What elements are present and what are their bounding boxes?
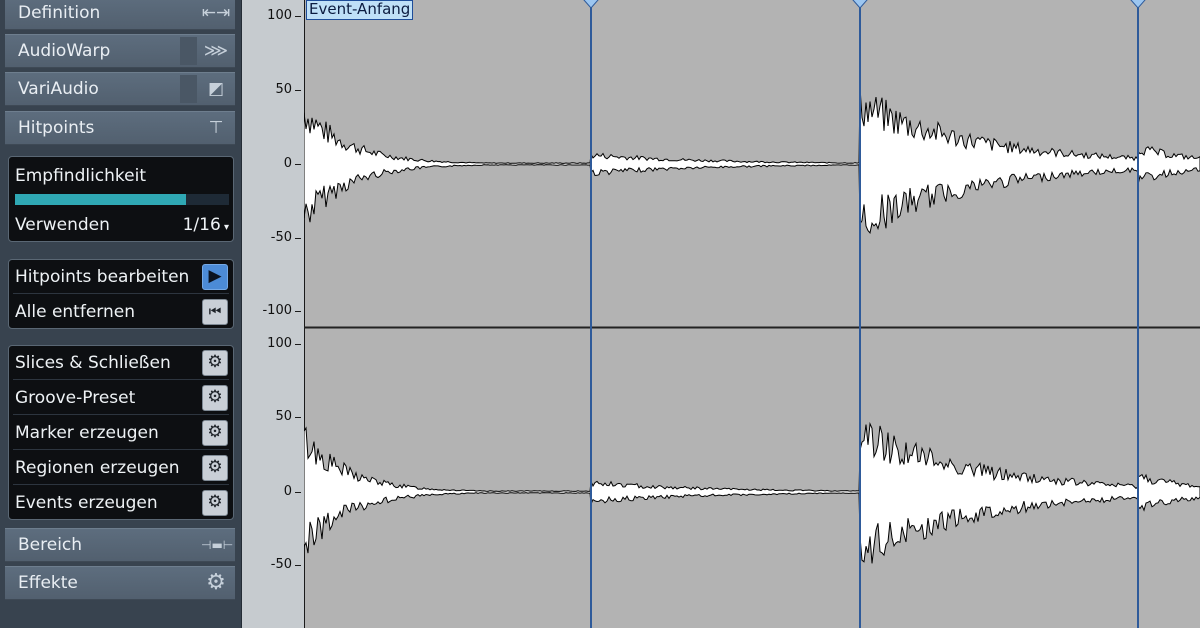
skip-to-start-icon: ⏮ — [208, 304, 222, 320]
action-slices-label: Slices & Schließen — [15, 353, 171, 373]
section-audiowarp-label: AudioWarp — [18, 41, 111, 61]
hitpoint-edit-panel: Hitpoints bearbeiten ▶ Alle entfernen ⏮ — [8, 259, 234, 329]
range-arrows-icon: ⇤⇥ — [201, 3, 231, 23]
ruler-label: -100 — [262, 303, 292, 318]
events-settings-button[interactable]: ⚙ — [202, 490, 228, 516]
ruler-label: 0 — [283, 484, 292, 499]
waveform-display[interactable] — [304, 0, 1200, 628]
sensitivity-slider[interactable] — [15, 194, 229, 205]
ruler-label: -50 — [270, 230, 292, 245]
hitpoint-actions-panel: Slices & Schließen ⚙ Groove-Preset ⚙ Mar… — [8, 345, 234, 520]
use-dropdown[interactable]: 1/16 ▾ — [183, 215, 229, 235]
action-events-label: Events erzeugen — [15, 493, 158, 513]
event-start-label: Event-Anfang — [306, 0, 414, 20]
chevron-down-icon: ▾ — [220, 222, 229, 233]
use-dropdown-value: 1/16 — [182, 215, 221, 235]
gear-icon: ⚙ — [207, 492, 223, 512]
section-variaudio[interactable]: VariAudio ◩ — [5, 72, 235, 106]
action-marker-label: Marker erzeugen — [15, 423, 159, 443]
hitpoint-detection-panel: Empfindlichkeit Verwenden 1/16 ▾ — [8, 156, 234, 242]
regions-settings-button[interactable]: ⚙ — [202, 455, 228, 481]
hitpoint-marker-icon: ⊤ — [208, 118, 224, 138]
action-row: Marker erzeugen ⚙ — [9, 416, 233, 450]
action-row: Regionen erzeugen ⚙ — [9, 451, 233, 485]
gear-icon: ⚙ — [207, 387, 223, 407]
gear-icon: ⚙ — [207, 457, 223, 477]
pointer-tool-icon: ▶ — [208, 266, 222, 286]
action-regions-label: Regionen erzeugen — [15, 458, 180, 478]
section-range[interactable]: Bereich ⊣▬⊢ — [5, 528, 235, 562]
section-effects[interactable]: Effekte ⚙ — [5, 566, 235, 600]
use-row: Verwenden 1/16 ▾ — [9, 208, 233, 242]
ruler-label: 50 — [275, 409, 292, 424]
gear-icon: ⚙ — [207, 422, 223, 442]
section-audiowarp[interactable]: AudioWarp ⋙ — [5, 34, 235, 68]
variaudio-icon: ◩ — [207, 79, 225, 99]
ruler-label: 0 — [283, 156, 292, 171]
action-row: Slices & Schließen ⚙ — [9, 346, 233, 380]
slices-settings-button[interactable]: ⚙ — [202, 350, 228, 376]
edit-hitpoints-label: Hitpoints bearbeiten — [15, 267, 190, 287]
groove-settings-button[interactable]: ⚙ — [202, 385, 228, 411]
warp-arrows-icon: ⋙ — [203, 41, 229, 61]
action-row: Events erzeugen ⚙ — [9, 486, 233, 520]
section-range-label: Bereich — [18, 535, 83, 555]
edit-hitpoints-row: Hitpoints bearbeiten ▶ — [9, 260, 233, 294]
sensitivity-label: Empfindlichkeit — [15, 166, 147, 186]
ruler-label: 50 — [275, 82, 292, 97]
section-definition[interactable]: Definition ⇤⇥ — [5, 0, 235, 30]
action-groove-label: Groove-Preset — [15, 388, 136, 408]
section-hitpoints[interactable]: Hitpoints ⊤ — [5, 111, 235, 145]
section-divider — [180, 75, 197, 103]
section-definition-label: Definition — [18, 3, 101, 23]
gear-icon: ⚙ — [206, 570, 226, 595]
remove-all-row: Alle entfernen ⏮ — [9, 295, 233, 329]
edit-hitpoints-button[interactable]: ▶ — [202, 264, 228, 290]
action-row: Groove-Preset ⚙ — [9, 381, 233, 415]
remove-all-label: Alle entfernen — [15, 302, 135, 322]
sensitivity-row: Empfindlichkeit — [9, 157, 233, 191]
section-divider — [180, 37, 197, 65]
section-variaudio-label: VariAudio — [18, 79, 99, 99]
marker-settings-button[interactable]: ⚙ — [202, 420, 228, 446]
remove-all-button[interactable]: ⏮ — [202, 299, 228, 325]
section-hitpoints-label: Hitpoints — [18, 118, 95, 138]
gear-icon: ⚙ — [207, 352, 223, 372]
ruler-label: 100 — [267, 336, 292, 351]
amplitude-ruler: 100 50 0 -50 -100 100 50 0 -50 — [242, 0, 304, 628]
use-label: Verwenden — [15, 215, 110, 235]
sample-editor-inspector: Definition ⇤⇥ AudioWarp ⋙ VariAudio ◩ Hi… — [0, 0, 242, 628]
sensitivity-slider-fill — [15, 194, 187, 205]
section-effects-label: Effekte — [18, 573, 78, 593]
range-selection-icon: ⊣▬⊢ — [201, 538, 234, 552]
ruler-label: -50 — [270, 557, 292, 572]
ruler-label: 100 — [267, 8, 292, 23]
